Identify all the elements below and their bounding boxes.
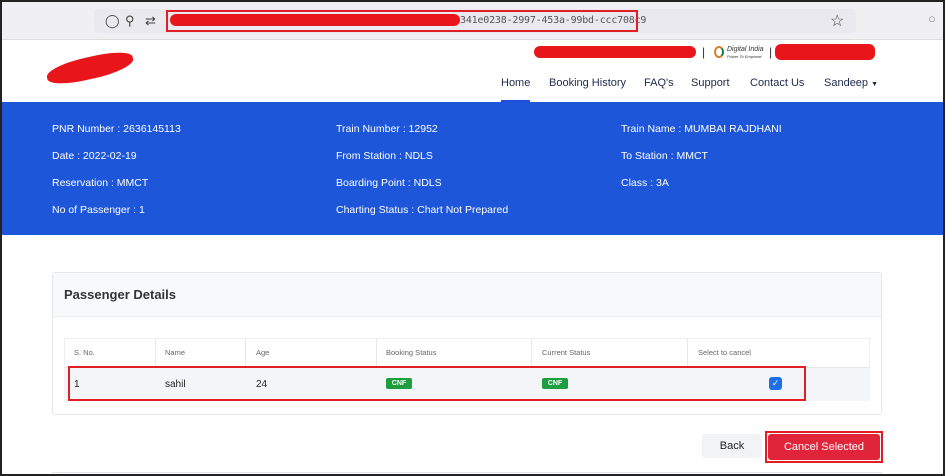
site-logo-redaction xyxy=(44,48,136,88)
col-header-booking-status: Booking Status xyxy=(386,348,437,357)
permissions-icon[interactable]: ⇄ xyxy=(145,13,156,29)
url-annotation-box xyxy=(166,10,638,32)
from-station: From Station : NDLS xyxy=(336,150,433,162)
extension-icon[interactable]: ○ xyxy=(928,11,936,26)
nav-contact-us[interactable]: Contact Us xyxy=(750,77,804,89)
train-name: Train Name : MUMBAI RAJDHANI xyxy=(621,123,782,135)
passenger-count: No of Passenger : 1 xyxy=(52,204,145,216)
col-header-age: Age xyxy=(256,348,270,357)
digital-india-text: Digital India xyxy=(727,46,764,53)
header-separator: | xyxy=(702,45,706,59)
col-header-select-to-cancel: Select to cancel xyxy=(698,348,751,357)
train-number: Train Number : 12952 xyxy=(336,123,438,135)
nav-faqs[interactable]: FAQ's xyxy=(644,77,674,89)
row-annotation-box xyxy=(68,366,806,401)
caret-down-icon: ▼ xyxy=(871,81,879,88)
nav-home[interactable]: Home xyxy=(501,77,531,102)
digital-india-logo: Digital India Power To Empower xyxy=(727,46,764,60)
next-card-edge xyxy=(52,472,882,474)
user-name: Sandeep xyxy=(824,77,869,89)
reservation: Reservation : MMCT xyxy=(52,177,149,189)
boarding-point: Boarding Point : NDLS xyxy=(336,177,442,189)
bookmark-star-icon[interactable]: ☆ xyxy=(830,11,844,31)
to-station: To Station : MMCT xyxy=(621,150,708,162)
cancel-selected-button[interactable]: Cancel Selected xyxy=(768,434,880,460)
travel-class: Class : 3A xyxy=(621,177,669,189)
charting-status: Charting Status : Chart Not Prepared xyxy=(336,204,509,216)
nav-user-menu[interactable]: Sandeep ▼ xyxy=(824,77,878,89)
col-header-sno: S. No. xyxy=(74,348,95,357)
shield-icon[interactable]: ◯ xyxy=(105,13,120,29)
card-header: Passenger Details xyxy=(53,273,881,317)
col-header-current-status: Current Status xyxy=(542,348,591,357)
journey-date: Date : 2022-02-19 xyxy=(52,150,137,162)
pnr-number: PNR Number : 2636145113 xyxy=(52,123,181,135)
page: ◯ ⚲ ⇄ 341e0238-2997-453a-99bd-ccc708c9 ☆… xyxy=(0,0,945,476)
nav-booking-history[interactable]: Booking History xyxy=(549,77,626,89)
digital-india-tagline: Power To Empower xyxy=(727,54,762,59)
card-title: Passenger Details xyxy=(64,287,177,302)
col-header-name: Name xyxy=(165,348,186,357)
digital-india-icon xyxy=(714,46,724,58)
lock-icon[interactable]: ⚲ xyxy=(125,13,135,29)
nav-support[interactable]: Support xyxy=(691,77,730,89)
back-button[interactable]: Back xyxy=(702,434,762,458)
header-redaction-right xyxy=(775,44,875,60)
header-separator-2: | xyxy=(769,45,773,59)
header-redaction-left xyxy=(534,46,696,58)
browser-toolbar: ◯ ⚲ ⇄ 341e0238-2997-453a-99bd-ccc708c9 ☆… xyxy=(2,2,943,40)
